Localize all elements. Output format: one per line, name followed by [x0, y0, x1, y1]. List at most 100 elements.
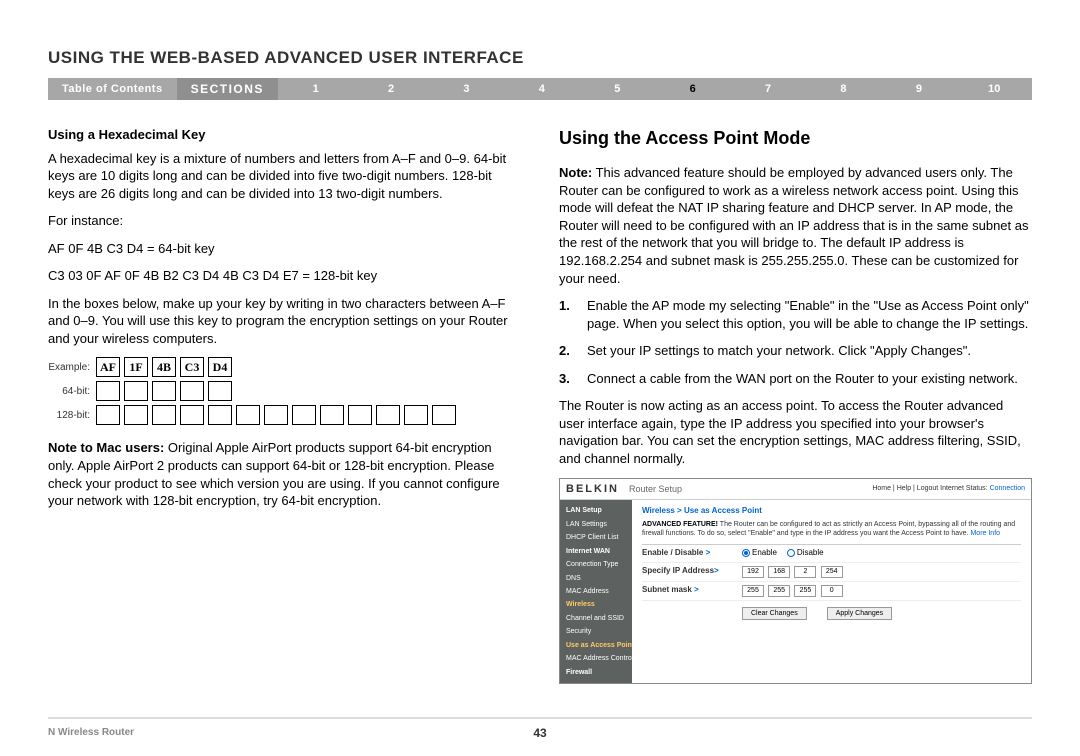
- router-table: Enable / Disable > Enable Disable Specif…: [642, 544, 1021, 601]
- ap-steps: 1.Enable the AP mode my selecting "Enabl…: [559, 297, 1032, 387]
- radio-enable[interactable]: [742, 549, 750, 557]
- hex-box: [152, 381, 176, 401]
- hex-box: [264, 405, 288, 425]
- apply-changes-button[interactable]: Apply Changes: [827, 607, 892, 620]
- hex-box: AF: [96, 357, 120, 377]
- nav-2[interactable]: 2: [353, 83, 428, 95]
- router-brand: BELKIN: [566, 482, 619, 497]
- router-sidebar-item[interactable]: DHCP Client List: [560, 531, 632, 544]
- hex-p1: A hexadecimal key is a mixture of number…: [48, 150, 521, 203]
- hex-box: [208, 381, 232, 401]
- router-more-info-link[interactable]: More Info: [970, 530, 1000, 537]
- ap-note: Note: This advanced feature should be em…: [559, 164, 1032, 287]
- router-subtitle: Router Setup: [629, 483, 682, 495]
- page-title: USING THE WEB-BASED ADVANCED USER INTERF…: [48, 48, 1032, 68]
- router-sidebar-item[interactable]: MAC Address Control: [560, 652, 632, 665]
- hex-box: [124, 381, 148, 401]
- hex-box: [96, 405, 120, 425]
- nav-6[interactable]: 6: [655, 83, 730, 95]
- page-footer: N Wireless Router 43: [48, 717, 1032, 738]
- radio-enable-label: Enable: [752, 548, 777, 559]
- hex-box: 4B: [152, 357, 176, 377]
- step-num: 2.: [559, 342, 587, 360]
- router-header: BELKIN Router Setup Home | Help | Logout…: [560, 479, 1031, 501]
- hex-row-label-128: 128-bit:: [48, 409, 96, 423]
- ip-octet-1[interactable]: [742, 566, 764, 578]
- hex-box: D4: [208, 357, 232, 377]
- router-sidebar-item[interactable]: MAC Address: [560, 585, 632, 598]
- ip-address-input[interactable]: [742, 566, 845, 578]
- nav-9[interactable]: 9: [881, 83, 956, 95]
- hex-box: [236, 405, 260, 425]
- enable-disable-radio[interactable]: Enable Disable: [742, 548, 824, 559]
- hex-box: [180, 405, 204, 425]
- nav-10[interactable]: 10: [957, 83, 1032, 95]
- nav-toc[interactable]: Table of Contents: [48, 83, 177, 95]
- hex-box: [96, 381, 120, 401]
- router-main: Wireless > Use as Access Point ADVANCED …: [632, 500, 1031, 683]
- radio-disable-label: Disable: [797, 548, 824, 559]
- nav-8[interactable]: 8: [806, 83, 881, 95]
- clear-changes-button[interactable]: Clear Changes: [742, 607, 807, 620]
- hex-heading: Using a Hexadecimal Key: [48, 126, 521, 144]
- hex-box: [432, 405, 456, 425]
- router-adv-note: ADVANCED FEATURE! The Router can be conf…: [642, 521, 1021, 538]
- ap-after: The Router is now acting as an access po…: [559, 397, 1032, 467]
- nav-bar: Table of Contents SECTIONS 1 2 3 4 5 6 7…: [48, 78, 1032, 100]
- router-sidebar-item[interactable]: Connection Type: [560, 558, 632, 571]
- hex-box: 1F: [124, 357, 148, 377]
- hex-box: [152, 405, 176, 425]
- mask-label: Subnet mask >: [642, 585, 742, 596]
- router-top-links: Home | Help | Logout Internet Status: Co…: [872, 484, 1025, 493]
- ip-label: Specify IP Address>: [642, 566, 742, 577]
- hex-p5: In the boxes below, make up your key by …: [48, 295, 521, 348]
- subnet-mask-input[interactable]: [742, 585, 845, 597]
- step-num: 1.: [559, 297, 587, 332]
- hex-box: [376, 405, 400, 425]
- router-top-links-text: Home | Help | Logout Internet Status:: [872, 485, 987, 492]
- hex-box: [124, 405, 148, 425]
- hex-key-illustration: Example: AF 1F 4B C3 D4 64-bit: 128-bit: [48, 357, 521, 425]
- nav-1[interactable]: 1: [278, 83, 353, 95]
- router-sidebar-item[interactable]: Internet WAN: [560, 545, 632, 558]
- footer-product: N Wireless Router: [48, 727, 134, 738]
- router-sidebar-item[interactable]: Channel and SSID: [560, 612, 632, 625]
- ap-note-body: This advanced feature should be employed…: [559, 165, 1028, 285]
- mask-octet-1[interactable]: [742, 585, 764, 597]
- router-sidebar-item[interactable]: Security: [560, 625, 632, 638]
- router-sidebar-item[interactable]: LAN Settings: [560, 518, 632, 531]
- hex-row-label-64: 64-bit:: [48, 385, 96, 399]
- ip-octet-3[interactable]: [794, 566, 816, 578]
- mask-octet-3[interactable]: [794, 585, 816, 597]
- router-sidebar-item[interactable]: DNS: [560, 572, 632, 585]
- router-sidebar-item[interactable]: LAN Setup: [560, 504, 632, 517]
- mask-octet-2[interactable]: [768, 585, 790, 597]
- hex-box: C3: [180, 357, 204, 377]
- router-adv-label: ADVANCED FEATURE!: [642, 521, 718, 528]
- step-num: 3.: [559, 370, 587, 388]
- enable-disable-label: Enable / Disable >: [642, 548, 742, 559]
- nav-3[interactable]: 3: [429, 83, 504, 95]
- router-connection-status: Connection: [990, 485, 1025, 492]
- router-sidebar-item[interactable]: Wireless: [560, 598, 632, 611]
- hex-box: [292, 405, 316, 425]
- hex-box: [320, 405, 344, 425]
- radio-disable[interactable]: [787, 549, 795, 557]
- right-column: Using the Access Point Mode Note: This a…: [559, 126, 1032, 684]
- mask-octet-4[interactable]: [821, 585, 843, 597]
- ip-octet-2[interactable]: [768, 566, 790, 578]
- nav-5[interactable]: 5: [580, 83, 655, 95]
- nav-7[interactable]: 7: [730, 83, 805, 95]
- left-column: Using a Hexadecimal Key A hexadecimal ke…: [48, 126, 521, 684]
- router-sidebar-item[interactable]: Use as Access Point: [560, 639, 632, 652]
- hex-p2: For instance:: [48, 212, 521, 230]
- hex-box: [180, 381, 204, 401]
- mac-note: Note to Mac users: Original Apple AirPor…: [48, 439, 521, 509]
- hex-p3: AF 0F 4B C3 D4 = 64-bit key: [48, 240, 521, 258]
- page-number: 43: [533, 726, 546, 740]
- router-breadcrumb: Wireless > Use as Access Point: [642, 506, 1021, 517]
- ip-octet-4[interactable]: [821, 566, 843, 578]
- router-sidebar-item[interactable]: Firewall: [560, 666, 632, 679]
- step-2: Set your IP settings to match your netwo…: [587, 342, 1032, 360]
- nav-4[interactable]: 4: [504, 83, 579, 95]
